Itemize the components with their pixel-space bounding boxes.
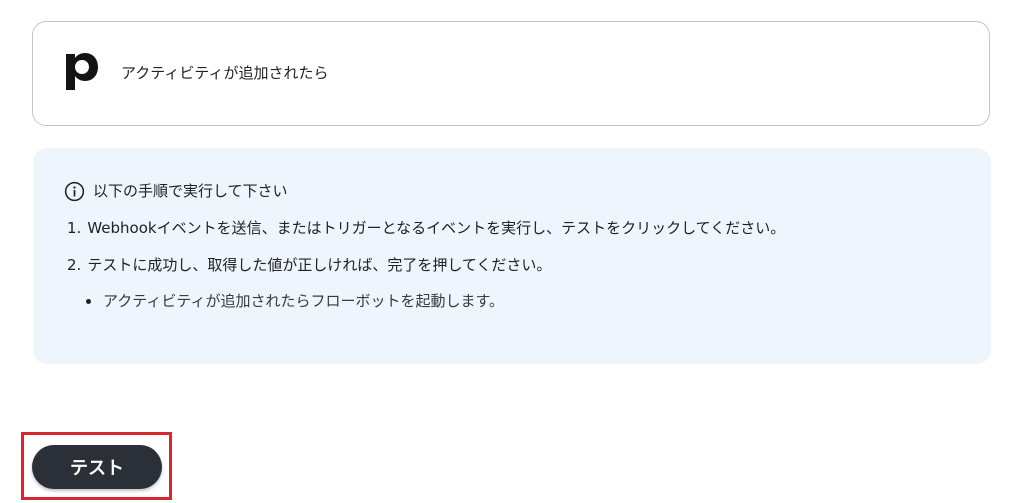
bullet-dot-icon: [86, 298, 91, 304]
instruction-step-2: 2. テストに成功し、取得した値が正しければ、完了を押してください。: [67, 255, 551, 275]
step-text: テストに成功し、取得した値が正しければ、完了を押してください。: [87, 256, 552, 274]
info-circle-icon: [64, 181, 85, 201]
instructions-title: 以下の手順で実行して下さい: [93, 182, 288, 200]
trigger-label: アクティビティが追加されたら: [121, 64, 329, 82]
step-text: Webhookイベントを送信、またはトリガーとなるイベントを実行し、テストをクリ…: [87, 219, 786, 237]
instruction-step-1: 1. Webhookイベントを送信、またはトリガーとなるイベントを実行し、テストを…: [67, 218, 785, 238]
instructions-header: 以下の手順で実行して下さい: [64, 180, 288, 202]
step-number: 2.: [67, 256, 82, 274]
test-button[interactable]: テスト: [32, 445, 162, 489]
pipedrive-p-logo-icon: [66, 53, 98, 90]
step-number: 1.: [67, 219, 82, 237]
instruction-bullet: アクティビティが追加されたらフローボットを起動します。: [86, 291, 504, 311]
bullet-text: アクティビティが追加されたらフローボットを起動します。: [103, 292, 504, 310]
page: アクティビティが追加されたら 以下の手順で実行して下さい 1. Webhookイベ…: [0, 0, 1027, 503]
